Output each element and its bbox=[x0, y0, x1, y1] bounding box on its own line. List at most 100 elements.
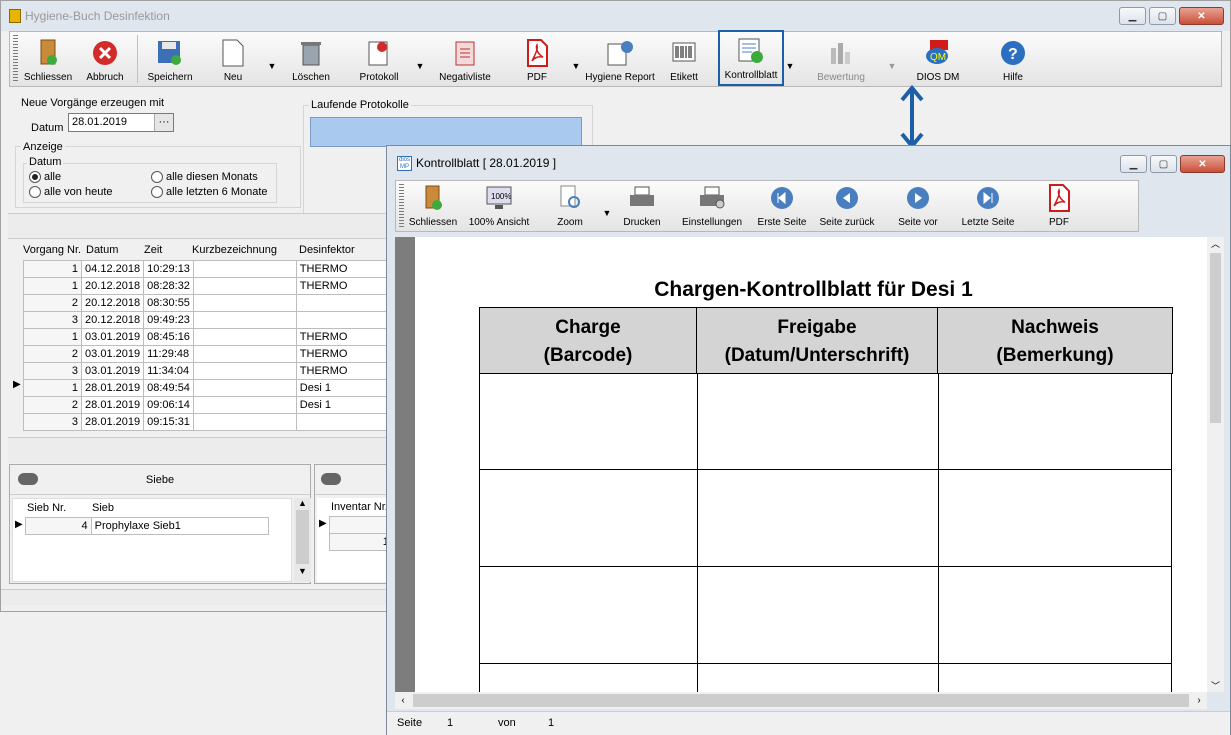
prev-page-icon bbox=[833, 184, 861, 212]
pdf-icon bbox=[1045, 184, 1073, 212]
date-picker-button[interactable]: ··· bbox=[154, 114, 173, 131]
hygiene-report-button[interactable]: Hygiene Report bbox=[582, 39, 658, 86]
zoom-dropdown-arrow[interactable]: ▼ bbox=[601, 208, 613, 218]
binoculars-icon[interactable] bbox=[18, 473, 38, 485]
einstellungen-button[interactable]: Einstellungen bbox=[671, 184, 753, 231]
protokoll-dropdown-arrow[interactable]: ▼ bbox=[414, 61, 426, 71]
radio-alle-letzten-6-monate[interactable]: alle letzten 6 Monate bbox=[151, 186, 268, 199]
table-cell: 09:15:31 bbox=[143, 413, 194, 431]
sieb-row-marker-icon: ▶ bbox=[15, 519, 23, 530]
nachweis-column-header: Nachweis (Bemerkung) bbox=[937, 307, 1173, 374]
preview-minimize-button[interactable]: ▁ bbox=[1120, 155, 1147, 173]
document-horizontal-scrollbar[interactable]: ‹ › bbox=[395, 692, 1207, 709]
preview-toolbar-grip[interactable] bbox=[399, 184, 404, 228]
maximize-button[interactable]: ▢ bbox=[1149, 7, 1176, 25]
freigabe-column-header: Freigabe (Datum/Unterschrift) bbox=[696, 307, 938, 374]
table-row[interactable]: 1 04.12.2018 10:29:13 THERMO bbox=[22, 260, 394, 278]
siebe-table[interactable]: 4 Prophylaxe Sieb1 bbox=[25, 517, 270, 535]
table-row[interactable]: 4 Prophylaxe Sieb1 bbox=[25, 517, 270, 535]
charge-column-header: Charge (Barcode) bbox=[479, 307, 697, 374]
preview-window: dios MP Kontrollblatt [ 28.01.2019 ] ▁ ▢… bbox=[386, 145, 1231, 735]
document-page: Chargen-Kontrollblatt für Desi 1 Charge(… bbox=[415, 237, 1212, 692]
table-cell bbox=[192, 294, 297, 312]
seite-vor-button[interactable]: Seite vor bbox=[883, 184, 953, 231]
table-row[interactable]: 2 03.01.2019 11:29:48 THERMO bbox=[22, 345, 394, 363]
binoculars-icon[interactable] bbox=[321, 473, 341, 485]
hilfe-button[interactable]: ? Hilfe bbox=[978, 39, 1048, 86]
app-notebook-icon bbox=[9, 9, 21, 23]
siebe-scrollbar[interactable]: ▲ ▼ bbox=[294, 498, 311, 582]
procedure-table-header: Vorgang Nr. Datum Zeit Kurzbezeichnung D… bbox=[23, 244, 355, 256]
date-subgroup-title: Datum bbox=[27, 156, 64, 168]
radio-alle-von-heute[interactable]: alle von heute bbox=[29, 186, 113, 199]
schliessen-button[interactable]: Schliessen bbox=[21, 39, 75, 86]
negativliste-button[interactable]: Negativliste bbox=[426, 39, 504, 86]
current-row-marker-icon: ▶ bbox=[13, 379, 21, 390]
table-row[interactable]: 1 28.01.2019 08:49:54 Desi 1 bbox=[22, 379, 394, 397]
dios-dm-button[interactable]: QM DIOS DM bbox=[898, 39, 978, 86]
table-cell: Desi 1 bbox=[295, 396, 394, 414]
door-exit-icon bbox=[34, 39, 62, 67]
toolbar-grip[interactable] bbox=[13, 35, 18, 83]
pdf-button[interactable]: PDF bbox=[504, 39, 570, 86]
table-row[interactable]: 13 bbox=[329, 533, 389, 551]
table-cell: 03.01.2019 bbox=[81, 362, 145, 380]
of-label: von bbox=[498, 717, 516, 729]
neu-button[interactable]: Neu bbox=[200, 39, 266, 86]
procedure-table[interactable]: 1 04.12.2018 10:29:13 THERMO 1 20.12.2018 08:2… bbox=[22, 260, 394, 431]
table-cell: 03.01.2019 bbox=[81, 345, 145, 363]
preview-close-button[interactable]: ✕ bbox=[1180, 155, 1225, 173]
radio-alle[interactable]: alle bbox=[29, 171, 61, 184]
seite-zurueck-button[interactable]: Seite zurück bbox=[811, 184, 883, 231]
table-cell bbox=[192, 277, 297, 295]
protocol-pin-icon bbox=[365, 39, 393, 67]
radio-alle-diesen-monats[interactable]: alle diesen Monats bbox=[151, 171, 258, 184]
table-row[interactable]: 1 20.12.2018 08:28:32 THERMO bbox=[22, 277, 394, 295]
sieb-header: Sieb bbox=[92, 502, 115, 514]
inventory-table[interactable]: 9 13 bbox=[329, 516, 389, 551]
preview-maximize-button[interactable]: ▢ bbox=[1150, 155, 1177, 173]
trash-bin-icon bbox=[297, 39, 325, 67]
abbruch-button[interactable]: Abbruch bbox=[75, 39, 135, 86]
sieb-nr-header: Sieb Nr. bbox=[27, 502, 67, 514]
protokoll-button[interactable]: Protokoll bbox=[344, 39, 414, 86]
table-row[interactable]: 3 28.01.2019 09:15:31 bbox=[22, 413, 394, 431]
table-row[interactable]: 2 20.12.2018 08:30:55 bbox=[22, 294, 394, 312]
preview-toolbar: Schliessen 100% 100% Ansicht Zoom ▼ Druck… bbox=[395, 180, 1139, 232]
document-vertical-scrollbar[interactable]: ︿ ﹀ bbox=[1207, 237, 1224, 692]
bewertung-dropdown-arrow[interactable]: ▼ bbox=[886, 61, 898, 71]
table-cell: 09:06:14 bbox=[143, 396, 194, 414]
kontrollblatt-button[interactable]: Kontrollblatt bbox=[718, 30, 784, 86]
erste-seite-button[interactable]: Erste Seite bbox=[753, 184, 811, 231]
kontrollblatt-dropdown-arrow[interactable]: ▼ bbox=[784, 61, 796, 71]
table-cell bbox=[192, 362, 297, 380]
bewertung-button[interactable]: Bewertung bbox=[796, 39, 886, 86]
help-icon: ? bbox=[999, 39, 1027, 67]
etikett-button[interactable]: Etikett bbox=[658, 39, 710, 86]
minimize-button[interactable]: ▁ bbox=[1119, 7, 1146, 25]
preview-pdf-button[interactable]: PDF bbox=[1023, 184, 1095, 231]
zoom-button[interactable]: Zoom bbox=[539, 184, 601, 231]
speichern-button[interactable]: Speichern bbox=[140, 39, 200, 86]
table-cell bbox=[295, 413, 394, 431]
preview-schliessen-button[interactable]: Schliessen bbox=[407, 184, 459, 231]
neu-dropdown-arrow[interactable]: ▼ bbox=[266, 61, 278, 71]
pdf-dropdown-arrow[interactable]: ▼ bbox=[570, 61, 582, 71]
close-button[interactable]: ✕ bbox=[1179, 7, 1224, 25]
table-row[interactable]: 9 bbox=[329, 516, 389, 534]
checklist-icon bbox=[737, 37, 765, 65]
loeschen-button[interactable]: Löschen bbox=[278, 39, 344, 86]
100-percent-view-button[interactable]: 100% 100% Ansicht bbox=[459, 184, 539, 231]
page-value: 1 bbox=[447, 717, 454, 729]
table-row[interactable]: 3 03.01.2019 11:34:04 THERMO bbox=[22, 362, 394, 380]
evaluation-icon bbox=[827, 39, 855, 67]
table-row[interactable]: 2 28.01.2019 09:06:14 Desi 1 bbox=[22, 396, 394, 414]
inventory-nr-header: Inventar Nr. bbox=[331, 501, 388, 513]
drucken-button[interactable]: Drucken bbox=[613, 184, 671, 231]
row-indicator-column: ▶ bbox=[9, 260, 23, 430]
table-row[interactable]: 3 20.12.2018 09:49:23 bbox=[22, 311, 394, 329]
table-row[interactable]: 1 03.01.2019 08:45:16 THERMO bbox=[22, 328, 394, 346]
date-field[interactable]: 28.01.2019 ··· bbox=[68, 113, 174, 132]
running-protocols-list[interactable] bbox=[310, 117, 582, 147]
letzte-seite-button[interactable]: Letzte Seite bbox=[953, 184, 1023, 231]
